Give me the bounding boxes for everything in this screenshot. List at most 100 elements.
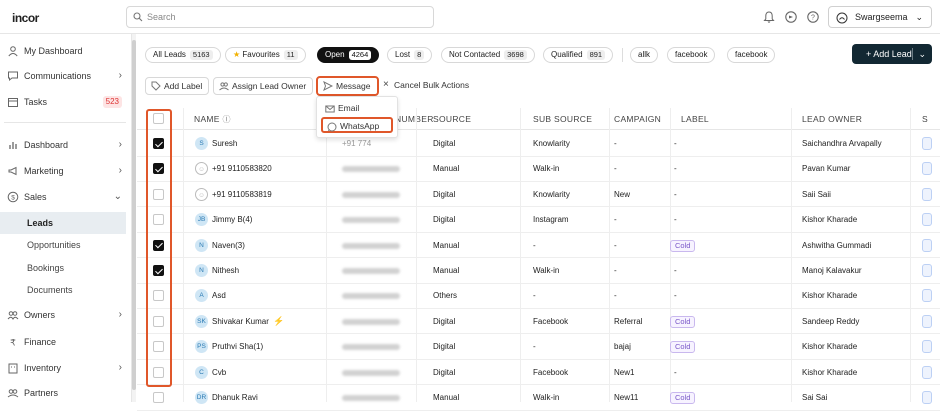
status-pill[interactable] (922, 365, 932, 379)
column-header-name[interactable]: NAME ⓘ (194, 108, 231, 131)
sidebar-item-owners[interactable]: Owners › (0, 304, 132, 326)
lead-source: Digital (433, 215, 456, 225)
status-pill[interactable] (922, 238, 932, 252)
sidebar-item-dashboard[interactable]: Dashboard › (0, 134, 132, 156)
lead-source: Manual (433, 240, 460, 250)
user-menu-button[interactable]: Swargseema ⌄ (828, 6, 932, 28)
sidebar-item-sales[interactable]: $ Sales ⌄ (0, 186, 132, 208)
status-pill[interactable] (922, 391, 932, 404)
label-tag-cold[interactable]: Cold (670, 341, 696, 354)
email-icon (325, 105, 335, 113)
bell-icon[interactable] (762, 10, 776, 24)
filter-chip-allk[interactable]: allk (630, 47, 659, 63)
button-divider (912, 48, 913, 60)
lead-owner: Sandeep Reddy (802, 316, 860, 326)
sidebar-item-inventory[interactable]: Inventory › (0, 357, 132, 379)
table-row[interactable]: PS Pruthvi Sha(1) Digital - bajaj Cold Kishor … (137, 334, 940, 360)
chip-label: Not Contacted (449, 50, 501, 59)
add-label-button[interactable]: Add Label (145, 77, 210, 95)
filter-chip-lost[interactable]: Lost 8 (387, 47, 433, 63)
table-row[interactable]: DR Dhanuk Ravi Manual Walk-in New11 Cold Sai S… (137, 385, 940, 411)
lead-name[interactable]: Suresh (212, 131, 237, 156)
status-pill[interactable] (922, 264, 932, 277)
filter-chip-all-leads[interactable]: All Leads 5163 (145, 47, 221, 63)
lead-name[interactable]: Shivakar Kumar (212, 309, 269, 334)
app-logo[interactable]: incor (12, 11, 39, 25)
filter-chip-open[interactable]: Open 4264 (317, 47, 380, 63)
sidebar-subitem-leads[interactable]: Leads (0, 212, 126, 234)
sidebar-scrollbar[interactable] (132, 34, 136, 402)
table-row[interactable]: JB Jimmy B(4) Digital Instagram - - Kishor Kha… (137, 207, 940, 233)
whatsapp-icon (327, 122, 337, 132)
row-checkbox[interactable] (153, 392, 164, 403)
status-pill[interactable] (922, 137, 932, 150)
sidebar-subitem-documents[interactable]: Documents (0, 279, 126, 301)
chevron-down-icon[interactable]: ⌄ (918, 44, 926, 64)
lead-name[interactable]: Cvb (212, 360, 226, 385)
assign-lead-owner-button[interactable]: Assign Lead Owner (213, 77, 314, 95)
sidebar-item-marketing[interactable]: Marketing › (0, 160, 132, 182)
lead-name[interactable]: Pruthvi Sha(1) (212, 334, 263, 359)
status-pill[interactable] (922, 162, 932, 176)
lead-campaign: Referral (614, 316, 643, 326)
lead-name[interactable]: Nithesh (212, 258, 239, 283)
chevron-right-icon: › (118, 139, 122, 150)
lead-name[interactable]: Jimmy B(4) (212, 207, 252, 232)
label-tag-cold[interactable]: Cold (670, 315, 696, 328)
lead-name[interactable]: +91 9110583820 (212, 156, 272, 181)
search-input[interactable]: Search (126, 6, 434, 28)
table-row[interactable]: N Nithesh Manual Walk-in - - Manoj Kalavakur (137, 258, 940, 284)
menu-item-whatsapp[interactable]: WhatsApp (321, 117, 393, 133)
sidebar-item-tasks[interactable]: Tasks 523 (0, 91, 132, 113)
lead-name[interactable]: Dhanuk Ravi (212, 385, 258, 410)
label-tag-cold[interactable]: Cold (670, 239, 696, 252)
search-placeholder: Search (147, 12, 176, 22)
lead-number-blurred (342, 369, 400, 376)
status-pill[interactable] (922, 289, 932, 303)
column-header-campaign[interactable]: CAMPAIGN (614, 108, 661, 130)
scrollbar-thumb[interactable] (132, 40, 136, 390)
chat-status-icon[interactable] (784, 10, 798, 24)
message-button[interactable]: Message (316, 76, 379, 96)
table-row[interactable]: SK Shivakar Kumar ⚡ Digital Facebook Referral… (137, 309, 940, 335)
menu-item-email[interactable]: Email (321, 101, 393, 117)
cancel-bulk-actions-button[interactable]: × Cancel Bulk Actions (382, 77, 476, 95)
filter-chip-facebook-2[interactable]: facebook (727, 47, 776, 63)
sidebar-item-my-dashboard[interactable]: My Dashboard (0, 40, 132, 62)
label-tag-cold[interactable]: Cold (670, 392, 696, 404)
column-header-sub-source[interactable]: SUB SOURCE (533, 108, 592, 130)
column-header-label[interactable]: LABEL (681, 108, 709, 130)
status-pill[interactable] (922, 213, 932, 227)
table-row[interactable]: N Naven(3) Manual - - Cold Ashwitha Gummadi (137, 233, 940, 259)
column-header-s[interactable]: S (922, 108, 928, 130)
status-pill[interactable] (922, 314, 932, 328)
table-row[interactable]: ☺ +91 9110583820 Manual Walk-in - - Pavan Kuma… (137, 156, 940, 182)
sidebar-subitem-bookings[interactable]: Bookings (0, 257, 126, 279)
lead-name[interactable]: Asd (212, 283, 226, 308)
lead-name[interactable]: Naven(3) (212, 233, 245, 258)
lead-campaign: - (614, 266, 617, 275)
add-lead-button[interactable]: + Add Lead ⌄ (852, 44, 932, 64)
table-row[interactable]: A Asd Others - - - Kishor Kharade (137, 283, 940, 309)
sidebar-item-finance[interactable]: ₹ Finance (0, 331, 132, 353)
sidebar-subitem-opportunities[interactable]: Opportunities (0, 234, 126, 256)
table-row[interactable]: C Cvb Digital Facebook New1 - Kishor Kharade (137, 360, 940, 386)
column-header-lead-owner[interactable]: LEAD OWNER (802, 108, 862, 130)
status-pill[interactable] (922, 340, 932, 354)
table-row[interactable]: S Suresh +91 774 Digital Knowlarity - - Saichan… (137, 131, 940, 157)
sidebar: My Dashboard Communications › Tasks 523 … (0, 34, 132, 402)
sidebar-item-label: Tasks (24, 97, 48, 107)
column-header-source[interactable]: SOURCE (433, 108, 471, 130)
lead-name[interactable]: +91 9110583819 (212, 182, 272, 207)
table-row[interactable]: ☺ +91 9110583819 Digital Knowlarity New - Saii… (137, 182, 940, 208)
filter-chip-qualified[interactable]: Qualified 891 (543, 47, 614, 63)
column-header-number[interactable]: NUMBER (395, 108, 434, 130)
status-pill[interactable] (922, 187, 932, 201)
lead-owner: Manoj Kalavakur (802, 266, 862, 275)
sidebar-item-communications[interactable]: Communications › (0, 65, 132, 87)
filter-chip-favourites[interactable]: ★ Favourites 11 (225, 47, 306, 63)
sidebar-item-partners[interactable]: Partners (0, 382, 132, 404)
filter-chip-facebook[interactable]: facebook (667, 47, 716, 63)
filter-chip-not-contacted[interactable]: Not Contacted 3698 (441, 47, 535, 63)
help-icon[interactable]: ? (806, 10, 820, 24)
